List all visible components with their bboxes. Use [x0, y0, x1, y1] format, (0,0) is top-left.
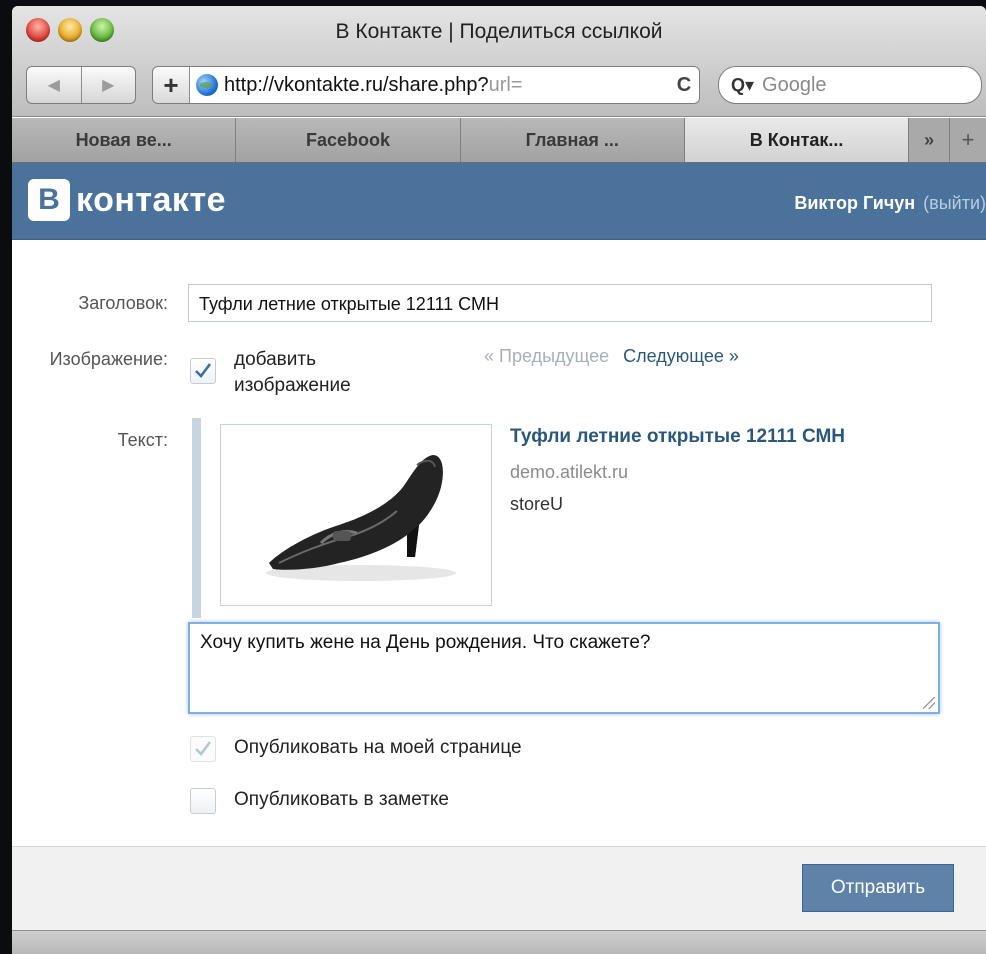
- user-name-link[interactable]: Виктор Гичун: [794, 193, 915, 213]
- browser-toolbar: В Контакте | Поделиться ссылкой ◀ ▶ + ht…: [12, 6, 986, 117]
- tab-label: Новая ве...: [75, 129, 172, 150]
- message-text: Хочу купить жене на День рождения. Что с…: [200, 632, 651, 653]
- tab-bar: Новая ве... Facebook Главная ... В Конта…: [12, 118, 986, 163]
- vk-logo-icon: В: [28, 179, 70, 221]
- publish-page-checkbox[interactable]: [190, 736, 216, 762]
- preview-image[interactable]: [220, 424, 492, 606]
- add-image-label-line1: добавить: [234, 349, 316, 370]
- vk-logo-text: контакте: [76, 180, 227, 219]
- tabs-overflow-button[interactable]: »: [909, 118, 949, 162]
- text-label: Текст:: [117, 430, 168, 450]
- search-icon: Q▾: [731, 74, 755, 95]
- preview-domain: demo.atilekt.ru: [510, 462, 629, 482]
- tab-main[interactable]: Главная ...: [460, 118, 685, 162]
- publish-note-checkbox[interactable]: [190, 788, 216, 814]
- title-label: Заголовок:: [78, 293, 168, 313]
- add-image-label: добавить изображение: [234, 347, 351, 399]
- tab-new[interactable]: Новая ве...: [12, 118, 237, 162]
- globe-icon: [196, 74, 218, 96]
- quote-bar: [192, 418, 201, 618]
- next-image-link[interactable]: Следующее »: [623, 346, 739, 366]
- reload-icon: C: [676, 73, 692, 96]
- image-pager: « Предыдущее Следующее »: [484, 346, 739, 367]
- add-image-label-line2: изображение: [234, 375, 351, 396]
- nav-buttons: ◀ ▶: [26, 66, 136, 104]
- user-info: Виктор Гичун (выйти): [794, 193, 986, 214]
- back-button[interactable]: ◀: [27, 67, 81, 103]
- search-placeholder: Google: [762, 73, 827, 96]
- submit-button[interactable]: Отправить: [802, 864, 954, 912]
- forward-button[interactable]: ▶: [80, 67, 136, 103]
- vk-header: В контакте Виктор Гичун (выйти): [12, 163, 986, 240]
- reload-button[interactable]: C: [669, 74, 699, 97]
- resize-handle-icon[interactable]: [923, 697, 935, 709]
- checkmark-icon: [195, 363, 212, 378]
- checkmark-icon: [195, 741, 212, 756]
- title-input[interactable]: Туфли летние открытые 12111 СМН: [188, 284, 932, 322]
- forward-arrow-icon: ▶: [102, 77, 115, 94]
- tab-vkontakte[interactable]: В Контак...: [684, 118, 910, 162]
- url-text[interactable]: http://vkontakte.ru/share.php?url=: [224, 74, 669, 97]
- search-field[interactable]: Q▾ Google: [718, 66, 982, 104]
- message-textarea[interactable]: Хочу купить жене на День рождения. Что с…: [188, 622, 940, 714]
- plus-icon: +: [961, 127, 975, 152]
- address-bar[interactable]: + http://vkontakte.ru/share.php?url= C: [152, 66, 700, 104]
- browser-window: В Контакте | Поделиться ссылкой ◀ ▶ + ht…: [12, 6, 986, 954]
- plus-icon: +: [163, 69, 179, 100]
- image-label: Изображение:: [49, 349, 168, 369]
- add-image-checkbox[interactable]: [190, 358, 216, 384]
- preview-store: storeU: [510, 494, 564, 514]
- status-bar: [12, 930, 986, 954]
- logout-link[interactable]: (выйти): [923, 193, 986, 213]
- prev-image-link[interactable]: « Предыдущее: [484, 346, 609, 366]
- window-title: В Контакте | Поделиться ссылкой: [335, 20, 663, 43]
- tab-facebook[interactable]: Facebook: [236, 118, 461, 162]
- new-tab-button[interactable]: +: [949, 118, 986, 162]
- url-dim: url=: [488, 73, 523, 96]
- tab-label: В Контак...: [749, 129, 844, 150]
- chevron-double-right-icon: »: [924, 129, 935, 150]
- tab-label: Facebook: [305, 129, 390, 150]
- url-main: http://vkontakte.ru/share.php?: [224, 73, 489, 96]
- tab-label: Главная ...: [525, 129, 619, 150]
- preview-title[interactable]: Туфли летние открытые 12111 СМН: [510, 426, 845, 448]
- publish-page-label: Опубликовать на моей странице: [234, 737, 522, 758]
- add-bookmark-button[interactable]: +: [153, 67, 190, 103]
- back-arrow-icon: ◀: [47, 77, 60, 94]
- publish-note-label: Опубликовать в заметке: [234, 789, 449, 810]
- vk-logo[interactable]: В контакте: [28, 179, 226, 221]
- shoe-icon: [266, 455, 456, 581]
